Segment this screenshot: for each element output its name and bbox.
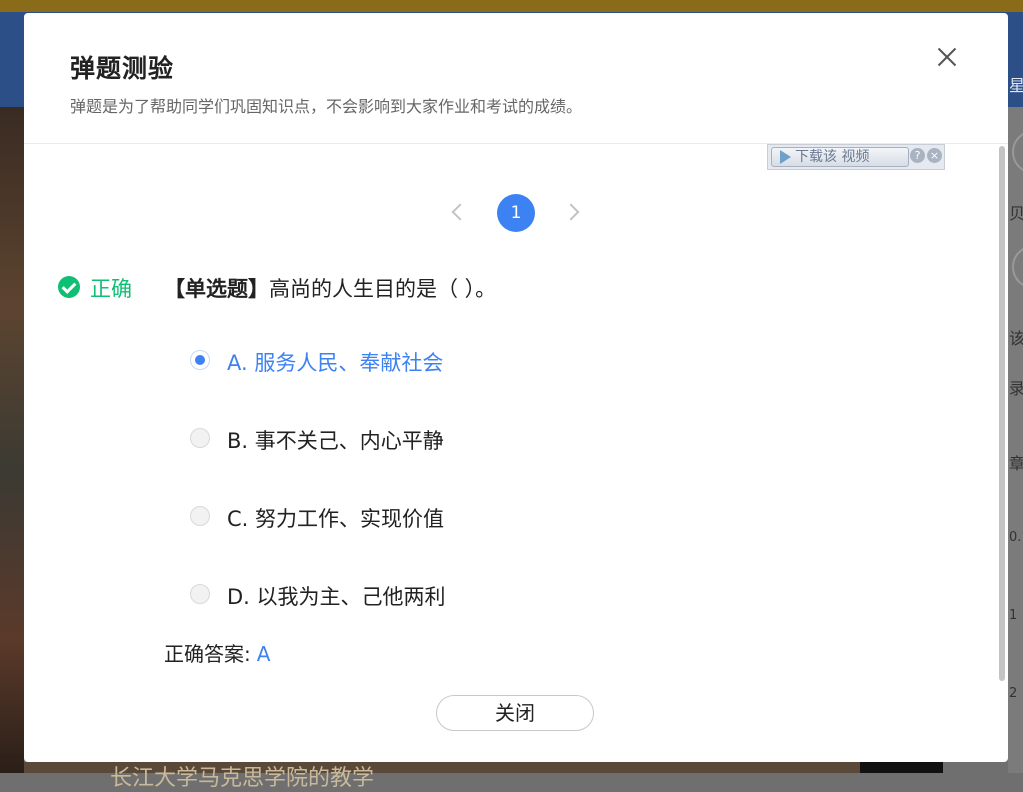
question-stem: 高尚的人生目的是（ ）。 <box>269 277 497 301</box>
option-a-text: A. 服务人民、奉献社会 <box>227 351 444 375</box>
radio-icon[interactable] <box>190 584 210 604</box>
radio-icon[interactable] <box>190 506 210 526</box>
background-side-text: 0.1 <box>1009 530 1023 545</box>
dialog-scrollbar[interactable] <box>999 146 1005 681</box>
dialog-title: 弹题测验 <box>70 54 175 83</box>
correct-answer-label: 正确答案: <box>164 642 251 666</box>
background-video-frame <box>0 107 24 773</box>
download-video-button[interactable]: 下载该 视频 <box>771 147 909 167</box>
background-top-bar <box>0 0 1023 12</box>
background-side-text: 该 <box>1009 329 1023 348</box>
close-icon[interactable] <box>932 43 962 73</box>
background-side-text: 贝 <box>1009 204 1023 223</box>
option-d-text: D. 以我为主、己他两利 <box>227 585 446 609</box>
correct-answer-value: A <box>256 642 271 666</box>
chevron-right-icon[interactable] <box>562 203 580 221</box>
close-tag-icon[interactable]: × <box>927 148 942 163</box>
radio-checked-icon[interactable] <box>190 350 210 370</box>
background-video-bottom-right <box>860 762 943 773</box>
download-video-tag: 下载该 视频 ? × <box>767 144 945 170</box>
dialog-subtitle: 弹题是为了帮助同学们巩固知识点，不会影响到大家作业和考试的成绩。 <box>70 97 583 116</box>
quiz-dialog: 弹题测验 弹题是为了帮助同学们巩固知识点，不会影响到大家作业和考试的成绩。 下载… <box>24 13 1008 762</box>
option-b-text: B. 事不关己、内心平静 <box>227 429 444 453</box>
background-video-caption: 长江大学马克思学院的教学 <box>110 766 375 791</box>
radio-icon[interactable] <box>190 428 210 448</box>
question-type: 【单选题】 <box>164 277 269 301</box>
option-c-text: C. 努力工作、实现价值 <box>227 507 445 531</box>
help-icon[interactable]: ? <box>910 148 925 163</box>
result-status: 正确 <box>90 277 132 301</box>
chevron-left-icon[interactable] <box>451 203 469 221</box>
background-side-text: 录 <box>1009 379 1023 398</box>
background-side-text: 星 <box>1009 76 1023 95</box>
correct-answer: 正确答案: A <box>164 638 270 667</box>
close-button[interactable]: 关闭 <box>436 695 594 731</box>
background-side-text: 2 <box>1009 686 1018 701</box>
play-icon <box>780 150 791 164</box>
background-side-text: 章 <box>1009 454 1023 473</box>
pager-page-current[interactable]: 1 <box>497 194 535 232</box>
background-side-text: 1 <box>1009 608 1018 623</box>
dialog-header: 弹题测验 弹题是为了帮助同学们巩固知识点，不会影响到大家作业和考试的成绩。 <box>24 13 1008 144</box>
question-text: 【单选题】高尚的人生目的是（ ）。 <box>164 273 496 303</box>
download-video-label: 下载该 视频 <box>795 149 870 165</box>
check-circle-icon <box>58 276 80 298</box>
